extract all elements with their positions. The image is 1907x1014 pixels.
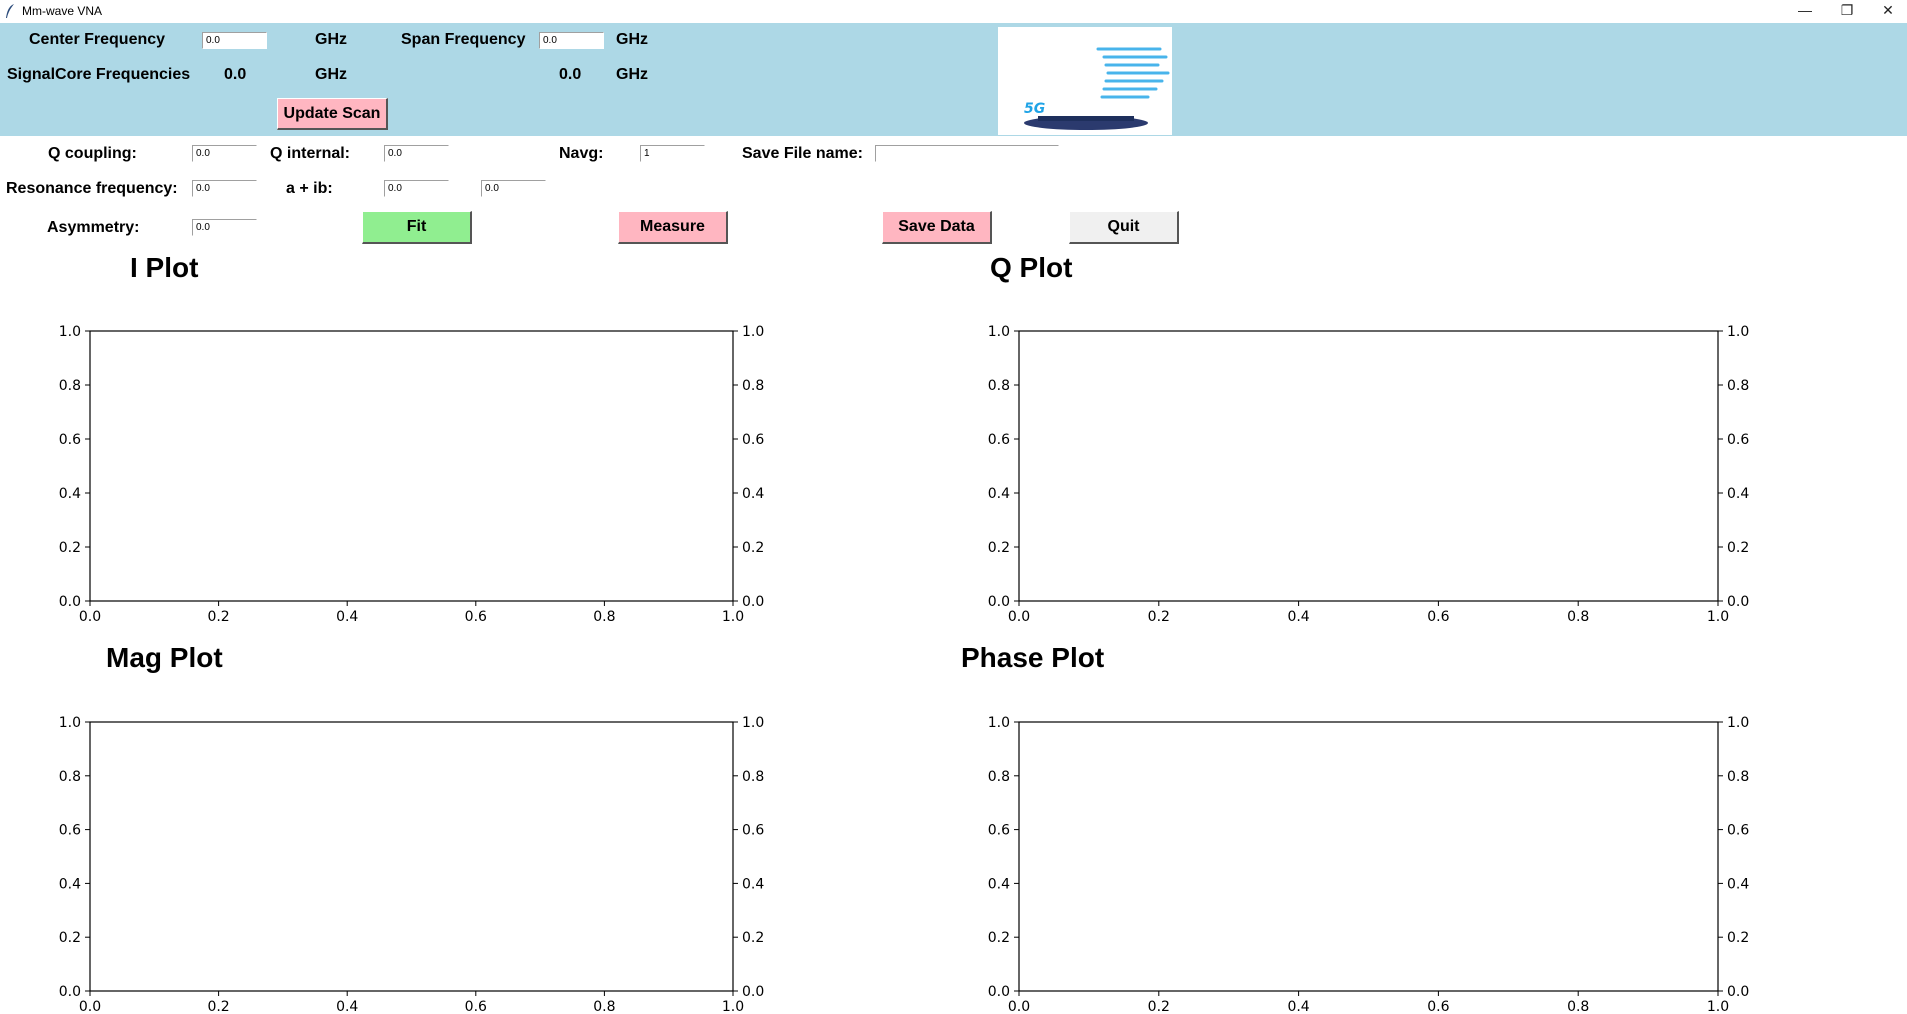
phase-x-tick-label: 0.8: [1567, 999, 1589, 1014]
phase-y-tick-label: 0.6: [988, 823, 1010, 839]
q-x-tick-label: 0.2: [1148, 609, 1170, 625]
i-y-tick-label: 0.4: [59, 486, 81, 502]
phase-y-tick-label: 0.8: [988, 769, 1010, 785]
q-y-tick-label-right: 0.0: [1727, 594, 1749, 610]
phase-y-tick-label-right: 1.0: [1727, 715, 1749, 731]
mag-x-tick-label: 0.6: [465, 999, 487, 1014]
i-y-tick-label: 1.0: [59, 324, 81, 340]
q-y-tick-label: 0.4: [988, 486, 1010, 502]
i-y-tick-label: 0.8: [59, 378, 81, 394]
mag-x-tick-label: 0.4: [336, 999, 358, 1014]
phase-y-tick-label: 0.2: [988, 930, 1010, 946]
i-x-tick-label: 0.6: [465, 609, 487, 625]
i-y-tick-label-right: 0.8: [742, 378, 764, 394]
mag-y-tick-label-right: 0.0: [742, 984, 764, 1000]
i-y-tick-label-right: 0.0: [742, 594, 764, 610]
mag-y-tick-label-right: 0.6: [742, 823, 764, 839]
mag-x-tick-label: 0.8: [593, 999, 615, 1014]
q-y-tick-label-right: 0.2: [1727, 540, 1749, 556]
phase-y-tick-label: 1.0: [988, 715, 1010, 731]
q-x-tick-label: 0.8: [1567, 609, 1589, 625]
mag-y-tick-label: 0.2: [59, 930, 81, 946]
i-y-tick-label: 0.6: [59, 432, 81, 448]
q-y-tick-label: 0.2: [988, 540, 1010, 556]
mag-y-tick-label: 0.6: [59, 823, 81, 839]
i-y-tick-label-right: 1.0: [742, 324, 764, 340]
phase-y-tick-label-right: 0.6: [1727, 823, 1749, 839]
i-x-tick-label: 0.8: [593, 609, 615, 625]
i-x-tick-label: 0.4: [336, 609, 358, 625]
i-plot-frame: [89, 330, 734, 602]
mag-plot: 0.0 0.2 0.4 0.6 0.8 1.00.0 0.00.2 0.20.4 0.40.6 0…: [59, 715, 765, 1014]
q-y-tick-label-right: 0.6: [1727, 432, 1749, 448]
phase-y-tick-label-right: 0.4: [1727, 876, 1749, 892]
mag-y-tick-label-right: 0.2: [742, 930, 764, 946]
phase-x-tick-label: 0.0: [1008, 999, 1030, 1014]
mag-x-tick-label: 1.0: [722, 999, 744, 1014]
phase-y-tick-label-right: 0.0: [1727, 984, 1749, 1000]
q-plot-frame: [1018, 330, 1719, 602]
i-y-tick-label-right: 0.4: [742, 486, 764, 502]
q-y-tick-label: 1.0: [988, 324, 1010, 340]
i-x-tick-label: 1.0: [722, 609, 744, 625]
phase-y-tick-label: 0.4: [988, 876, 1010, 892]
mag-y-tick-label-right: 1.0: [742, 715, 764, 731]
plots-canvas: 0.0 0.2 0.4 0.6 0.8 1.00.0 0.00.2 0.20.4 0.40.6 0…: [59, 324, 1750, 1014]
mag-y-tick-label-right: 0.4: [742, 876, 764, 892]
mag-y-tick-label-right: 0.8: [742, 769, 764, 785]
q-y-tick-label: 0.6: [988, 432, 1010, 448]
mag-x-tick-label: 0.2: [207, 999, 229, 1014]
mag-y-tick-label: 0.4: [59, 876, 81, 892]
mag-plot-frame: [89, 721, 734, 992]
i-x-tick-label: 0.0: [79, 609, 101, 625]
q-y-tick-label: 0.0: [988, 594, 1010, 610]
q-y-tick-label: 0.8: [988, 378, 1010, 394]
q-plot: 0.0 0.2 0.4 0.6 0.8 1.00.0 0.00.2 0.20.4 0.40.6 0…: [988, 324, 1750, 625]
q-x-tick-label: 1.0: [1707, 609, 1729, 625]
phase-x-tick-label: 0.4: [1287, 999, 1309, 1014]
q-y-tick-label-right: 1.0: [1727, 324, 1749, 340]
i-y-tick-label: 0.2: [59, 540, 81, 556]
mag-y-tick-label: 1.0: [59, 715, 81, 731]
q-y-tick-label-right: 0.8: [1727, 378, 1749, 394]
i-y-tick-label-right: 0.6: [742, 432, 764, 448]
phase-y-tick-label: 0.0: [988, 984, 1010, 1000]
mag-y-tick-label: 0.0: [59, 984, 81, 1000]
phase-plot: 0.0 0.2 0.4 0.6 0.8 1.00.0 0.00.2 0.20.4 0.40.6 0…: [988, 715, 1750, 1014]
phase-y-tick-label-right: 0.2: [1727, 930, 1749, 946]
phase-plot-frame: [1018, 721, 1719, 992]
i-y-tick-label-right: 0.2: [742, 540, 764, 556]
i-y-tick-label: 0.0: [59, 594, 81, 610]
mag-x-tick-label: 0.0: [79, 999, 101, 1014]
i-plot: 0.0 0.2 0.4 0.6 0.8 1.00.0 0.00.2 0.20.4 0.40.6 0…: [59, 324, 765, 625]
phase-y-tick-label-right: 0.8: [1727, 769, 1749, 785]
q-x-tick-label: 0.6: [1427, 609, 1449, 625]
q-y-tick-label-right: 0.4: [1727, 486, 1749, 502]
q-x-tick-label: 0.4: [1287, 609, 1309, 625]
phase-x-tick-label: 0.6: [1427, 999, 1449, 1014]
phase-x-tick-label: 1.0: [1707, 999, 1729, 1014]
q-x-tick-label: 0.0: [1008, 609, 1030, 625]
mag-y-tick-label: 0.8: [59, 769, 81, 785]
phase-x-tick-label: 0.2: [1148, 999, 1170, 1014]
i-x-tick-label: 0.2: [207, 609, 229, 625]
